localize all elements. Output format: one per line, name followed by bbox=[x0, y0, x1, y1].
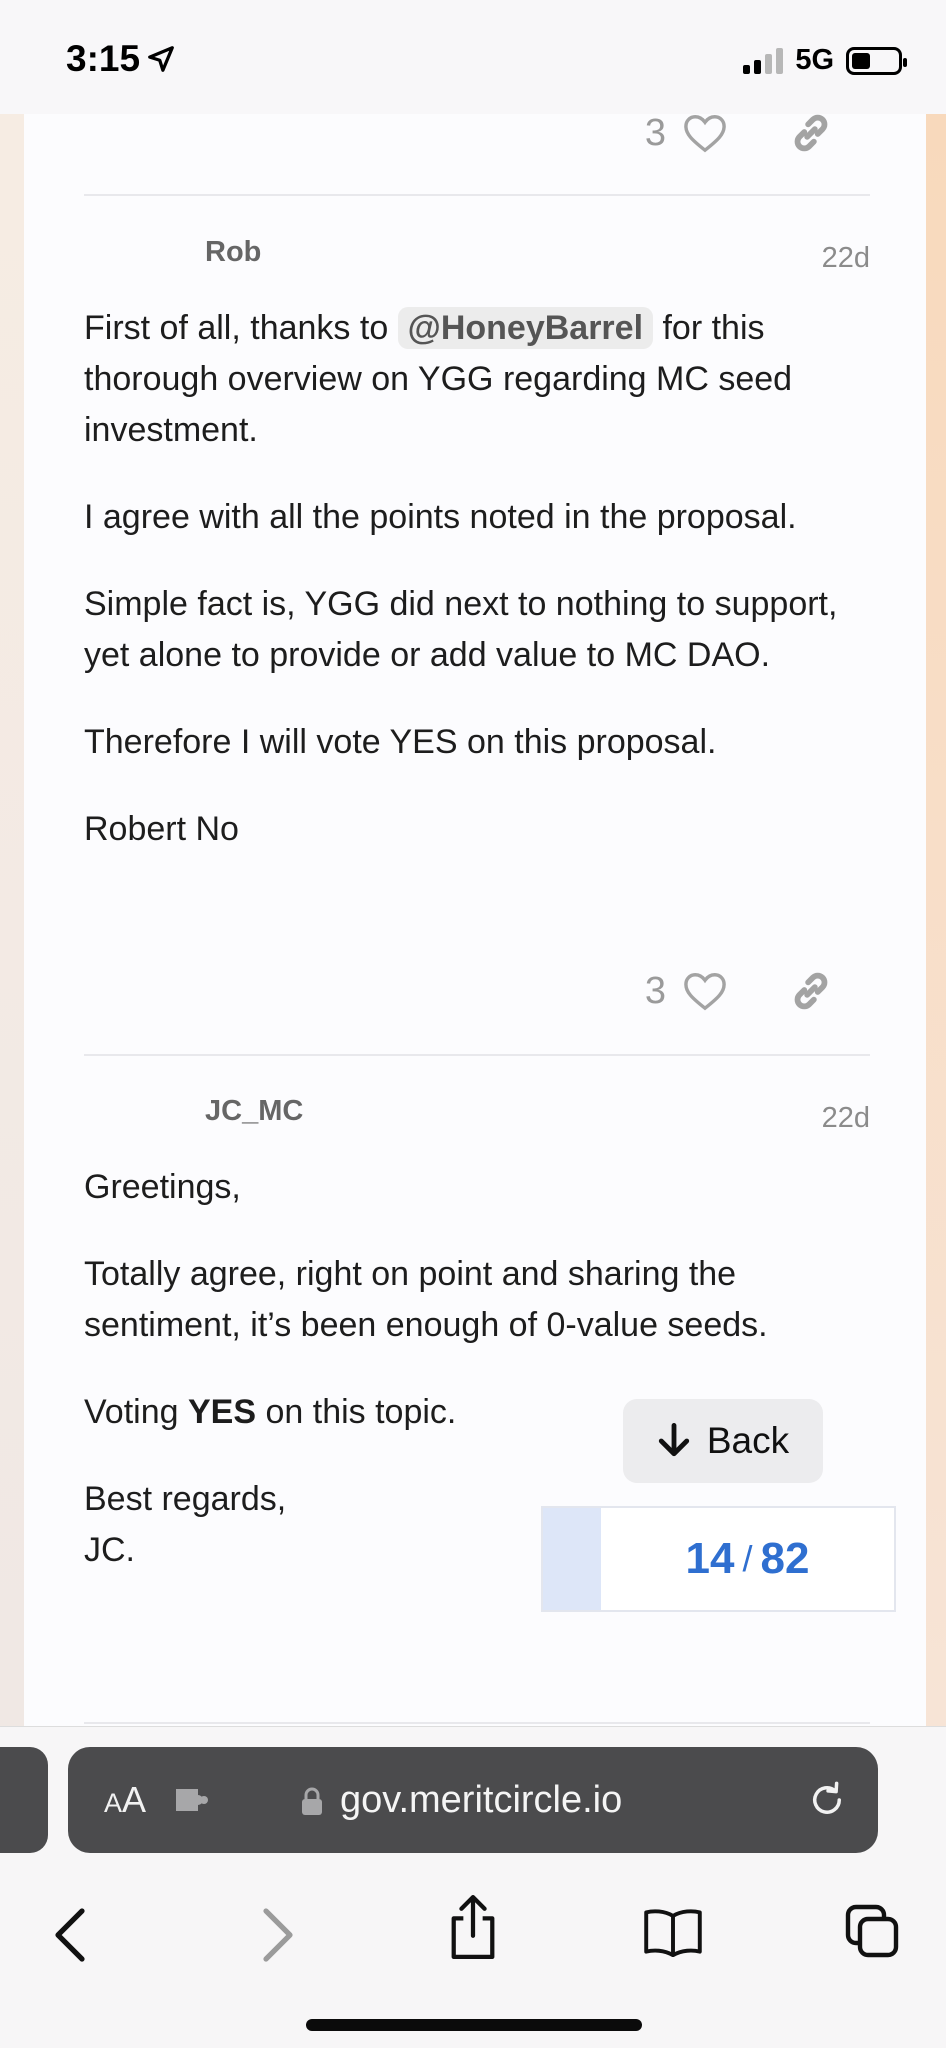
link-icon[interactable] bbox=[788, 114, 834, 156]
like-count: 3 bbox=[644, 969, 666, 1012]
heart-icon[interactable] bbox=[682, 970, 728, 1012]
post-paragraph: Simple fact is, YGG did next to nothing … bbox=[84, 585, 838, 674]
aa-small: A bbox=[104, 1788, 123, 1818]
page-edge-left bbox=[0, 114, 24, 1726]
post-paragraph: Robert No bbox=[84, 810, 239, 848]
signal-icon bbox=[743, 47, 784, 74]
post-author[interactable]: Rob bbox=[205, 236, 261, 269]
post-divider bbox=[84, 1722, 870, 1724]
bold-text: YES bbox=[187, 1393, 257, 1431]
status-time-wrap: 3:15 bbox=[66, 38, 176, 80]
text: Voting bbox=[84, 1393, 188, 1431]
location-arrow-icon bbox=[148, 46, 174, 72]
post-paragraph: Totally agree, right on point and sharin… bbox=[84, 1255, 768, 1344]
post-paragraph: First of all, thanks to @HoneyBarrel for… bbox=[84, 303, 884, 456]
post-age[interactable]: 22d bbox=[822, 1102, 870, 1135]
reload-icon[interactable] bbox=[806, 1779, 848, 1821]
back-button[interactable]: Back bbox=[623, 1399, 823, 1483]
chevron-left-icon[interactable] bbox=[52, 1907, 92, 1963]
status-indicators: 5G bbox=[743, 44, 907, 77]
post-body: First of all, thanks to @HoneyBarrel for… bbox=[84, 303, 884, 891]
link-icon[interactable] bbox=[788, 968, 834, 1014]
share-icon[interactable] bbox=[446, 1893, 500, 1963]
text: Best regards, bbox=[84, 1480, 287, 1518]
book-icon[interactable] bbox=[642, 1907, 704, 1957]
back-button-label: Back bbox=[706, 1420, 790, 1461]
topic-progress[interactable]: 14 / 82 bbox=[541, 1506, 896, 1612]
home-indicator bbox=[306, 2019, 642, 2031]
heart-icon[interactable] bbox=[682, 114, 728, 154]
battery-icon bbox=[846, 46, 907, 75]
post-age[interactable]: 22d bbox=[822, 242, 870, 275]
text: JC. bbox=[84, 1531, 135, 1569]
browser-toolbar bbox=[0, 1877, 946, 1987]
address-bar[interactable]: AA gov.meritcircle.io bbox=[68, 1747, 878, 1853]
page-edge-right bbox=[926, 114, 946, 1726]
like-count: 3 bbox=[644, 114, 666, 154]
status-bar: 3:15 5G bbox=[0, 0, 946, 114]
progress-total: 82 bbox=[760, 1534, 810, 1583]
lock-icon bbox=[302, 1787, 322, 1815]
post-paragraph: I agree with all the points noted in the… bbox=[84, 498, 797, 536]
page-settings-button[interactable]: AA bbox=[104, 1779, 146, 1821]
network-type: 5G bbox=[795, 44, 834, 76]
previous-tab-preview[interactable] bbox=[0, 1747, 48, 1853]
status-time: 3:15 bbox=[66, 38, 141, 79]
extension-icon[interactable] bbox=[174, 1785, 214, 1815]
progress-text: 14 / 82 bbox=[601, 1508, 894, 1610]
browser-bottom-bar: AA gov.meritcircle.io bbox=[0, 1726, 946, 2048]
topic-content: 3 Rob 22d First of all, thanks to @Honey… bbox=[24, 114, 926, 1726]
chevron-right-icon[interactable] bbox=[256, 1907, 296, 1963]
post-divider bbox=[84, 1054, 870, 1056]
post-divider bbox=[84, 194, 870, 196]
aa-large: A bbox=[122, 1779, 147, 1820]
post-actions: 3 bbox=[645, 968, 834, 1014]
post-paragraph: Therefore I will vote YES on this propos… bbox=[84, 723, 717, 761]
text: on this topic. bbox=[256, 1393, 457, 1431]
text: First of all, thanks to bbox=[84, 309, 398, 347]
post-paragraph: Greetings, bbox=[84, 1168, 241, 1206]
url-text: gov.meritcircle.io bbox=[340, 1778, 623, 1821]
arrow-down-icon bbox=[658, 1423, 690, 1457]
progress-fill bbox=[543, 1508, 601, 1610]
progress-separator: / bbox=[742, 1538, 753, 1579]
user-mention[interactable]: @HoneyBarrel bbox=[397, 307, 654, 349]
tabs-icon[interactable] bbox=[844, 1903, 900, 1959]
progress-current: 14 bbox=[685, 1534, 735, 1583]
post-actions-previous: 3 bbox=[645, 114, 834, 156]
post-author[interactable]: JC_MC bbox=[205, 1095, 303, 1128]
